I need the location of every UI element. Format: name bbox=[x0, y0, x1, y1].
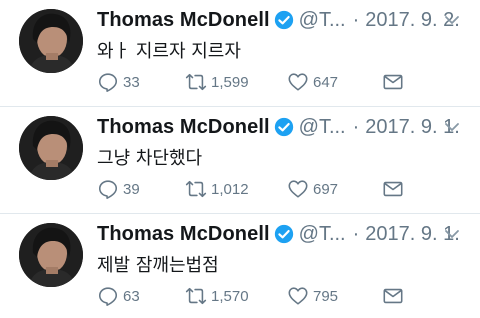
verified-badge-icon bbox=[274, 117, 294, 137]
header-separator: · bbox=[352, 222, 360, 245]
tweet-header: Thomas McDonell @T... · 2017. 9. 1. bbox=[97, 221, 480, 247]
reply-count: 33 bbox=[123, 73, 140, 91]
retweet-icon bbox=[185, 71, 207, 93]
verified-badge-icon bbox=[274, 10, 294, 30]
reply-icon bbox=[97, 178, 119, 200]
avatar[interactable] bbox=[19, 223, 83, 287]
tweet-divider bbox=[0, 213, 480, 214]
chevron-down-icon[interactable] bbox=[444, 119, 460, 135]
author-name[interactable]: Thomas McDonell bbox=[97, 116, 270, 139]
direct-message-icon bbox=[382, 71, 404, 93]
avatar[interactable] bbox=[19, 116, 83, 180]
reply-count: 39 bbox=[123, 180, 140, 198]
verified-badge-icon bbox=[274, 224, 294, 244]
header-separator: · bbox=[352, 8, 360, 31]
like-button[interactable]: 647 bbox=[287, 70, 338, 94]
retweet-button[interactable]: 1,012 bbox=[185, 177, 249, 201]
chevron-down-icon[interactable] bbox=[444, 226, 460, 242]
reply-icon bbox=[97, 71, 119, 93]
tweet-text: 와ㅏ 지르자 지르자 bbox=[97, 41, 241, 62]
tweet-header: Thomas McDonell @T... · 2017. 9. 1. bbox=[97, 114, 480, 140]
tweet-text: 제발 잠깨는법점 bbox=[97, 255, 219, 276]
retweet-button[interactable]: 1,599 bbox=[185, 70, 249, 94]
author-name[interactable]: Thomas McDonell bbox=[97, 9, 270, 32]
direct-message-button[interactable] bbox=[382, 284, 404, 308]
tweet-actions: 39 1,012 697 bbox=[97, 177, 457, 201]
retweet-icon bbox=[185, 178, 207, 200]
like-button[interactable]: 697 bbox=[287, 177, 338, 201]
direct-message-button[interactable] bbox=[382, 177, 404, 201]
tweet-actions: 33 1,599 647 bbox=[97, 70, 457, 94]
like-icon bbox=[287, 178, 309, 200]
direct-message-icon bbox=[382, 285, 404, 307]
reply-button[interactable]: 33 bbox=[97, 70, 140, 94]
reply-count: 63 bbox=[123, 287, 140, 305]
like-button[interactable]: 795 bbox=[287, 284, 338, 308]
timeline: Thomas McDonell @T... · 2017. 9. 2. 와ㅏ 지… bbox=[0, 0, 480, 318]
like-count: 647 bbox=[313, 73, 339, 91]
tweet[interactable]: Thomas McDonell @T... · 2017. 9. 1. 제발 잠… bbox=[0, 214, 480, 318]
author-handle[interactable]: @T... bbox=[299, 116, 346, 139]
retweet-count: 1,012 bbox=[211, 180, 249, 198]
like-count: 795 bbox=[313, 287, 339, 305]
reply-icon bbox=[97, 285, 119, 307]
retweet-count: 1,599 bbox=[211, 73, 249, 91]
like-icon bbox=[287, 71, 309, 93]
tweet[interactable]: Thomas McDonell @T... · 2017. 9. 2. 와ㅏ 지… bbox=[0, 0, 480, 106]
author-name[interactable]: Thomas McDonell bbox=[97, 223, 270, 246]
tweet-text: 그냥 차단했다 bbox=[97, 148, 203, 169]
direct-message-icon bbox=[382, 178, 404, 200]
like-count: 697 bbox=[313, 180, 339, 198]
retweet-count: 1,570 bbox=[211, 287, 249, 305]
like-icon bbox=[287, 285, 309, 307]
reply-button[interactable]: 63 bbox=[97, 284, 140, 308]
reply-button[interactable]: 39 bbox=[97, 177, 140, 201]
header-separator: · bbox=[352, 115, 360, 138]
tweet-divider bbox=[0, 106, 480, 107]
chevron-down-icon[interactable] bbox=[444, 12, 460, 28]
tweet-header: Thomas McDonell @T... · 2017. 9. 2. bbox=[97, 7, 480, 33]
avatar[interactable] bbox=[19, 9, 83, 73]
retweet-icon bbox=[185, 285, 207, 307]
tweet-actions: 63 1,570 795 bbox=[97, 284, 457, 308]
author-handle[interactable]: @T... bbox=[299, 9, 346, 32]
tweet[interactable]: Thomas McDonell @T... · 2017. 9. 1. 그냥 차… bbox=[0, 107, 480, 213]
direct-message-button[interactable] bbox=[382, 70, 404, 94]
retweet-button[interactable]: 1,570 bbox=[185, 284, 249, 308]
author-handle[interactable]: @T... bbox=[299, 223, 346, 246]
